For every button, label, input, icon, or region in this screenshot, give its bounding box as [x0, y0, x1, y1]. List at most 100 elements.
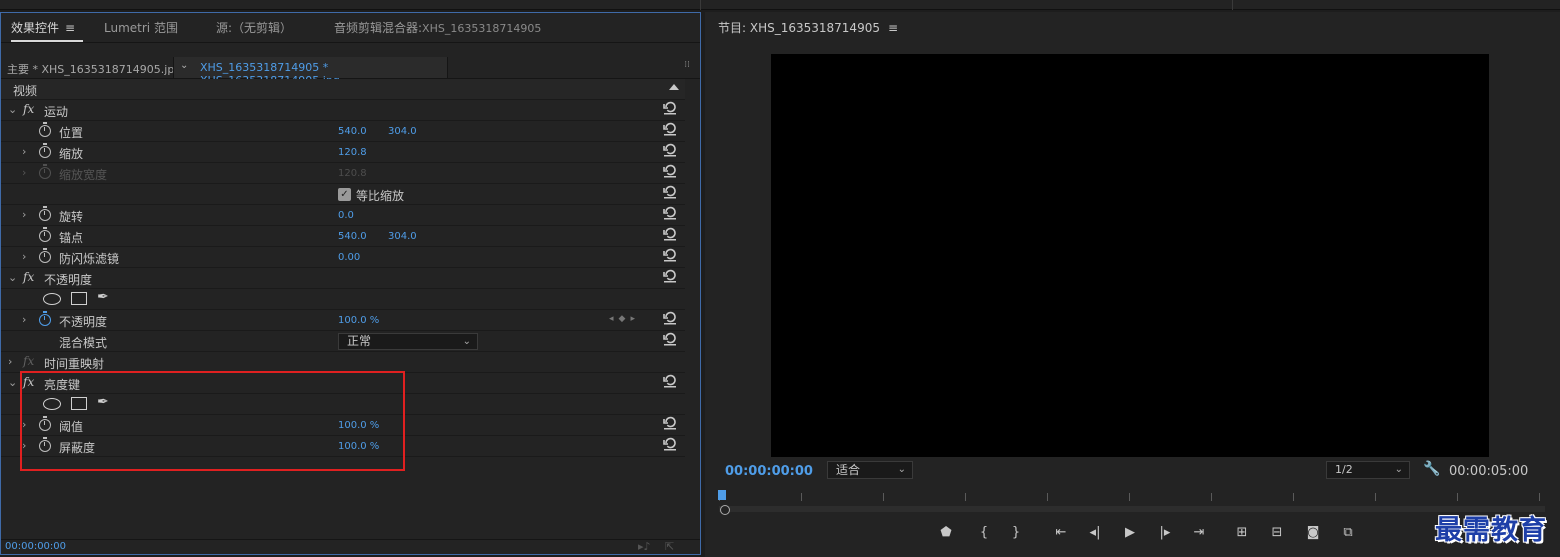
expand-chevron-icon[interactable]: ›	[22, 208, 26, 221]
reset-icon[interactable]	[663, 101, 677, 117]
playhead-timecode[interactable]: 00:00:00:00	[725, 464, 813, 479]
effect-controls-timecode[interactable]: 00:00:00:00	[5, 541, 66, 552]
scale-width-value: 120.8	[338, 168, 367, 179]
param-row-position[interactable]: 位置 540.0 304.0	[1, 121, 685, 142]
param-row-anti-flicker[interactable]: › 防闪烁滤镜 0.00	[1, 247, 685, 268]
playback-resolution-select[interactable]: 1/2 ⌄	[1326, 461, 1410, 479]
ruler-tick	[801, 493, 802, 501]
stopwatch-icon[interactable]	[39, 143, 51, 158]
param-label: 缩放	[59, 147, 84, 161]
param-row-rotation[interactable]: › 旋转 0.0	[1, 205, 685, 226]
expand-chevron-icon[interactable]: ›	[22, 313, 26, 326]
extract-icon[interactable]: ⊟	[1267, 525, 1287, 540]
button-editor-icon[interactable]: ⧉	[1338, 525, 1358, 540]
blend-mode-select[interactable]: 正常 ⌄	[338, 333, 478, 350]
scale-value[interactable]: 120.8	[338, 147, 367, 158]
fx-toggle-icon[interactable]: fx	[23, 102, 34, 116]
export-icon[interactable]: ⇱	[665, 540, 674, 553]
stopwatch-icon[interactable]	[39, 311, 51, 326]
effect-controls-footer: 00:00:00:00 ▸♪ ⇱	[1, 539, 700, 555]
reset-icon[interactable]	[663, 416, 677, 432]
pen-mask-icon[interactable]: ✒	[97, 289, 109, 305]
rectangle-mask-icon[interactable]	[71, 292, 87, 305]
reset-icon[interactable]	[663, 311, 677, 327]
playhead-marker[interactable]	[718, 490, 726, 500]
mark-in-icon[interactable]: {	[974, 525, 994, 540]
anchor-y-value[interactable]: 304.0	[388, 231, 417, 242]
mark-out-icon[interactable]: }	[1006, 525, 1026, 540]
reset-icon[interactable]	[663, 206, 677, 222]
fx-toggle-icon[interactable]: fx	[23, 270, 34, 284]
time-ruler[interactable]	[719, 490, 1545, 502]
reset-icon[interactable]	[663, 437, 677, 453]
position-y-value[interactable]: 304.0	[388, 126, 417, 137]
effect-row-time-remap[interactable]: › fx 时间重映射	[1, 352, 685, 373]
keyframe-nav-icon[interactable]: ◂◆▸	[609, 314, 640, 324]
step-forward-icon[interactable]: |▸	[1155, 525, 1175, 540]
panel-menu-icon[interactable]: ≡	[888, 21, 898, 35]
camera-export-frame-icon[interactable]: ◙	[1303, 525, 1323, 540]
anti-flicker-value[interactable]: 0.00	[338, 252, 360, 263]
sequence-clip-tab[interactable]: ⌄ XHS_1635318714905 * XHS_1635318714905.…	[173, 57, 448, 87]
reset-icon[interactable]	[663, 122, 677, 138]
wrench-settings-icon[interactable]: 🔧	[1423, 461, 1440, 477]
ellipse-mask-icon[interactable]	[43, 293, 61, 305]
anchor-x-value[interactable]: 540.0	[338, 231, 367, 242]
program-monitor-tab[interactable]: 节目: XHS_1635318714905 ≡	[718, 19, 898, 36]
effect-row-motion[interactable]: ⌄ fx 运动	[1, 100, 685, 121]
scrollbar-handle[interactable]	[720, 505, 730, 515]
reset-icon[interactable]	[663, 332, 677, 348]
expand-chevron-icon[interactable]: ›	[8, 355, 12, 368]
effect-row-opacity[interactable]: ⌄ fx 不透明度	[1, 268, 685, 289]
zoom-scrollbar[interactable]	[719, 506, 1545, 512]
rotation-value[interactable]: 0.0	[338, 210, 354, 221]
reset-icon[interactable]	[663, 185, 677, 201]
ruler-tick	[1457, 493, 1458, 501]
reset-icon[interactable]	[663, 269, 677, 285]
stopwatch-icon[interactable]	[39, 206, 51, 221]
uniform-scale-checkbox[interactable]: ✓	[338, 188, 351, 201]
stopwatch-icon[interactable]	[39, 248, 51, 263]
expand-chevron-icon[interactable]: ⌄	[8, 376, 17, 389]
opacity-value[interactable]: 100.0 %	[338, 315, 379, 326]
stopwatch-icon[interactable]	[39, 122, 51, 137]
filter-icon[interactable]: ▸♪	[638, 540, 651, 553]
param-label: 位置	[59, 126, 84, 140]
stopwatch-icon[interactable]	[39, 227, 51, 242]
tab-source[interactable]: 源:（无剪辑）	[216, 19, 292, 36]
expand-chevron-icon[interactable]: ⌄	[8, 271, 17, 284]
add-marker-icon[interactable]: ⬟	[936, 525, 956, 540]
collapse-up-icon[interactable]	[669, 84, 679, 90]
param-row-anchor[interactable]: 锚点 540.0 304.0	[1, 226, 685, 247]
stopwatch-icon	[39, 164, 51, 179]
param-row-uniform-scale[interactable]: ✓ 等比缩放	[1, 184, 685, 205]
position-x-value[interactable]: 540.0	[338, 126, 367, 137]
tab-audio-clip-mixer[interactable]: 音频剪辑混合器:XHS_1635318714905	[334, 19, 541, 36]
panel-menu-icon[interactable]: ≡	[65, 21, 75, 35]
param-row-scale[interactable]: › 缩放 120.8	[1, 142, 685, 163]
active-tab-underline	[11, 40, 83, 42]
zoom-fit-select[interactable]: 适合 ⌄	[827, 461, 913, 479]
reset-icon[interactable]	[663, 374, 677, 390]
reset-icon[interactable]	[663, 227, 677, 243]
step-back-icon[interactable]: ◂|	[1085, 525, 1105, 540]
expand-chevron-icon[interactable]: ›	[22, 145, 26, 158]
master-clip-tab[interactable]: 主要 * XHS_1635318714905.jpg	[7, 61, 181, 77]
reset-icon[interactable]	[663, 248, 677, 264]
expand-chevron-icon[interactable]: ›	[22, 250, 26, 263]
reset-icon[interactable]	[663, 164, 677, 180]
go-to-in-icon[interactable]: ⇤	[1051, 525, 1071, 540]
param-row-opacity[interactable]: › 不透明度 100.0 % ◂◆▸	[1, 310, 685, 331]
video-preview[interactable]	[771, 54, 1489, 457]
expand-chevron-icon[interactable]: ⌄	[8, 103, 17, 116]
chevron-down-icon[interactable]: ⌄	[180, 60, 188, 71]
reset-icon[interactable]	[663, 143, 677, 159]
tab-lumetri-scopes[interactable]: Lumetri 范围	[104, 19, 178, 36]
tab-effect-controls[interactable]: 效果控件 ≡	[11, 19, 83, 42]
grip-handle-icon[interactable]: ⁞⁞	[684, 60, 690, 70]
play-icon[interactable]: ▶	[1120, 525, 1140, 540]
lift-icon[interactable]: ⊞	[1232, 525, 1252, 540]
param-row-blend-mode[interactable]: 混合模式 正常 ⌄	[1, 331, 685, 352]
go-to-out-icon[interactable]: ⇥	[1189, 525, 1209, 540]
chevron-down-icon: ⌄	[897, 464, 906, 475]
